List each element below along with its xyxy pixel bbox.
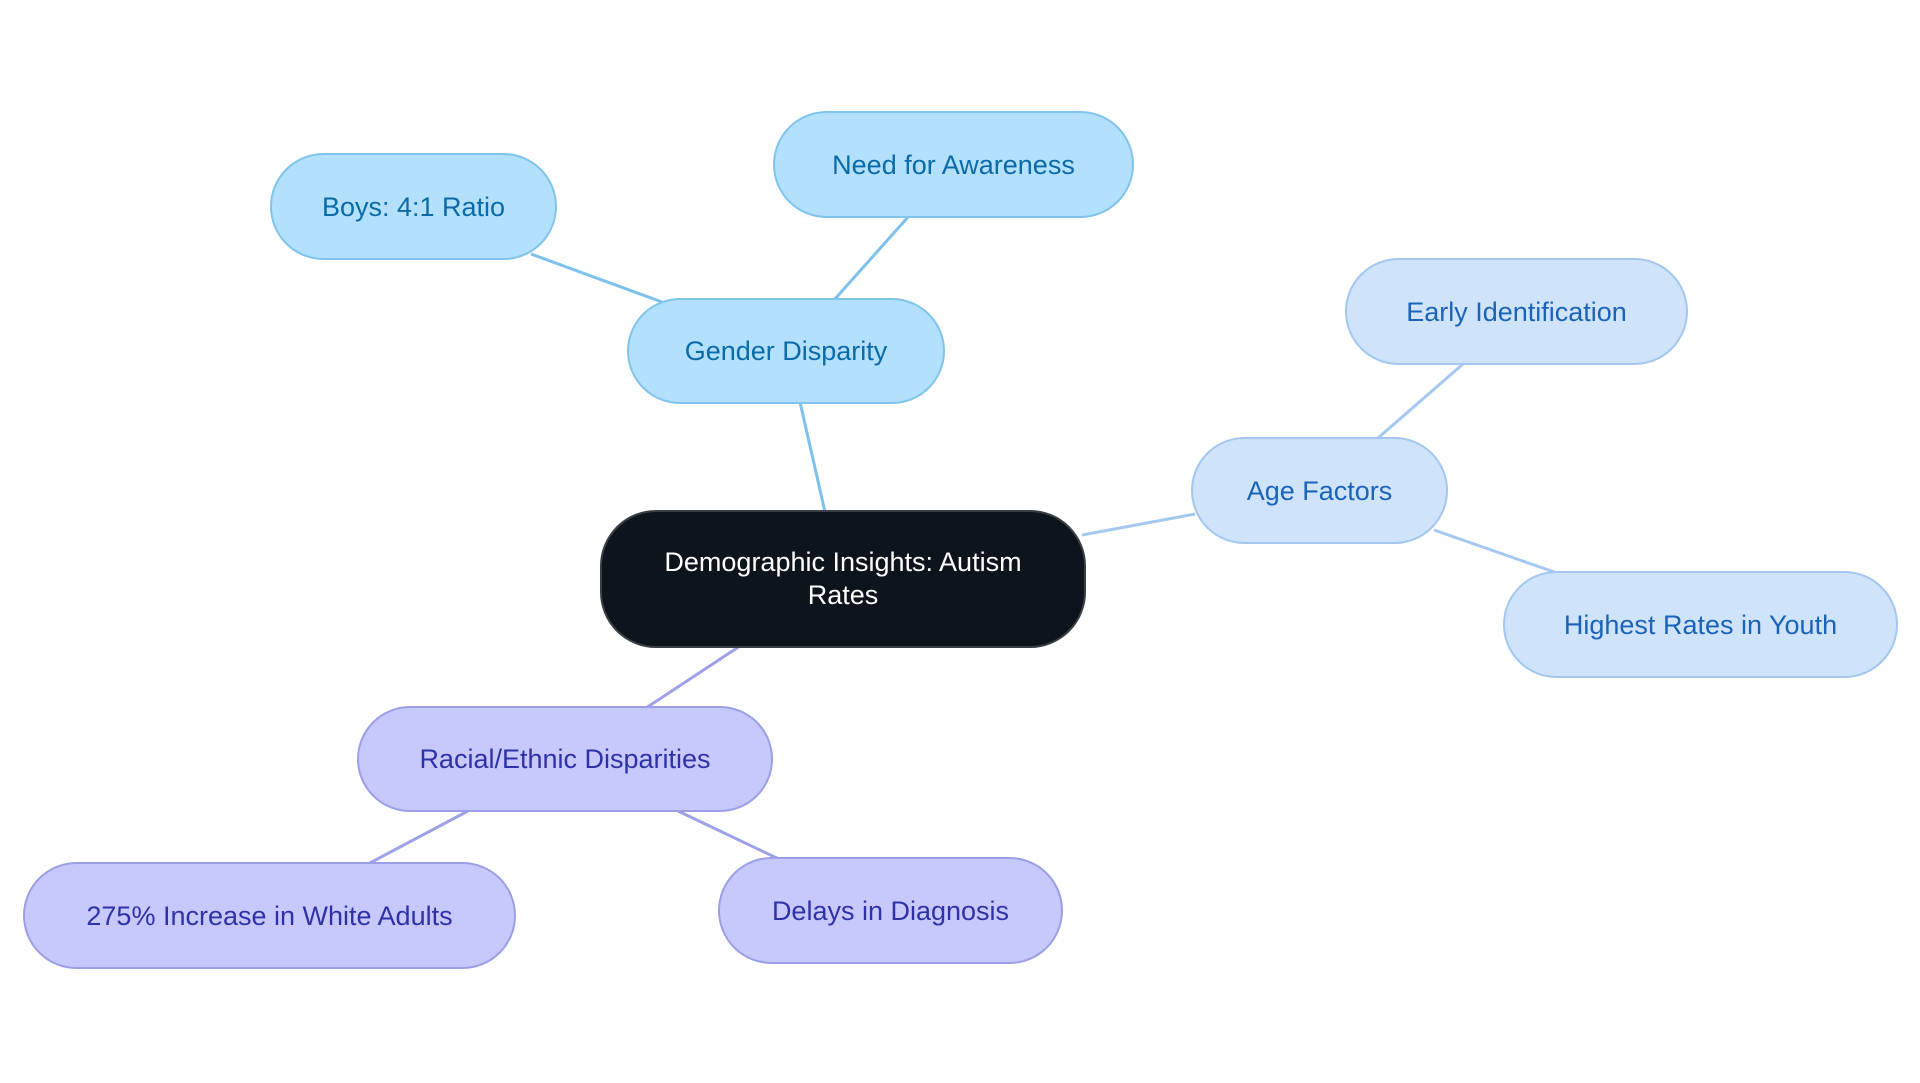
node-age-factors[interactable]: Age Factors (1191, 437, 1448, 544)
root-node[interactable]: Demographic Insights: Autism Rates (600, 510, 1086, 648)
node-label: Age Factors (1246, 475, 1393, 506)
edge-age-youth (1433, 528, 1561, 576)
edge-age-early (1377, 362, 1464, 440)
node-boys-ratio[interactable]: Boys: 4:1 Ratio (270, 153, 557, 260)
edge-race-white (367, 809, 469, 866)
root-node-label: Demographic Insights: Autism Rates (664, 547, 1022, 610)
node-gender-disparity[interactable]: Gender Disparity (627, 298, 945, 404)
node-label: Gender Disparity (684, 336, 888, 366)
node-racial-ethnic-disparities[interactable]: Racial/Ethnic Disparities (357, 706, 773, 812)
edge-race-delays (677, 809, 784, 863)
node-highest-rates-in-youth[interactable]: Highest Rates in Youth (1503, 571, 1898, 678)
node-label: Need for Awareness (832, 149, 1075, 180)
edge-gender-awareness (832, 215, 911, 301)
node-label: Highest Rates in Youth (1563, 609, 1838, 640)
edge-root-age (1081, 512, 1196, 537)
edge-root-race (645, 644, 741, 710)
node-label: 275% Increase in White Adults (86, 900, 453, 931)
node-label: Boys: 4:1 Ratio (321, 191, 506, 222)
node-label: Delays in Diagnosis (771, 895, 1010, 926)
node-label: Racial/Ethnic Disparities (419, 744, 711, 774)
node-increase-white-adults[interactable]: 275% Increase in White Adults (23, 862, 516, 969)
edge-root-gender (798, 401, 827, 513)
node-need-for-awareness[interactable]: Need for Awareness (773, 111, 1134, 218)
node-delays-in-diagnosis[interactable]: Delays in Diagnosis (718, 857, 1063, 964)
edge-gender-boys (530, 252, 663, 304)
node-early-identification[interactable]: Early Identification (1345, 258, 1688, 365)
node-label: Early Identification (1406, 296, 1627, 327)
